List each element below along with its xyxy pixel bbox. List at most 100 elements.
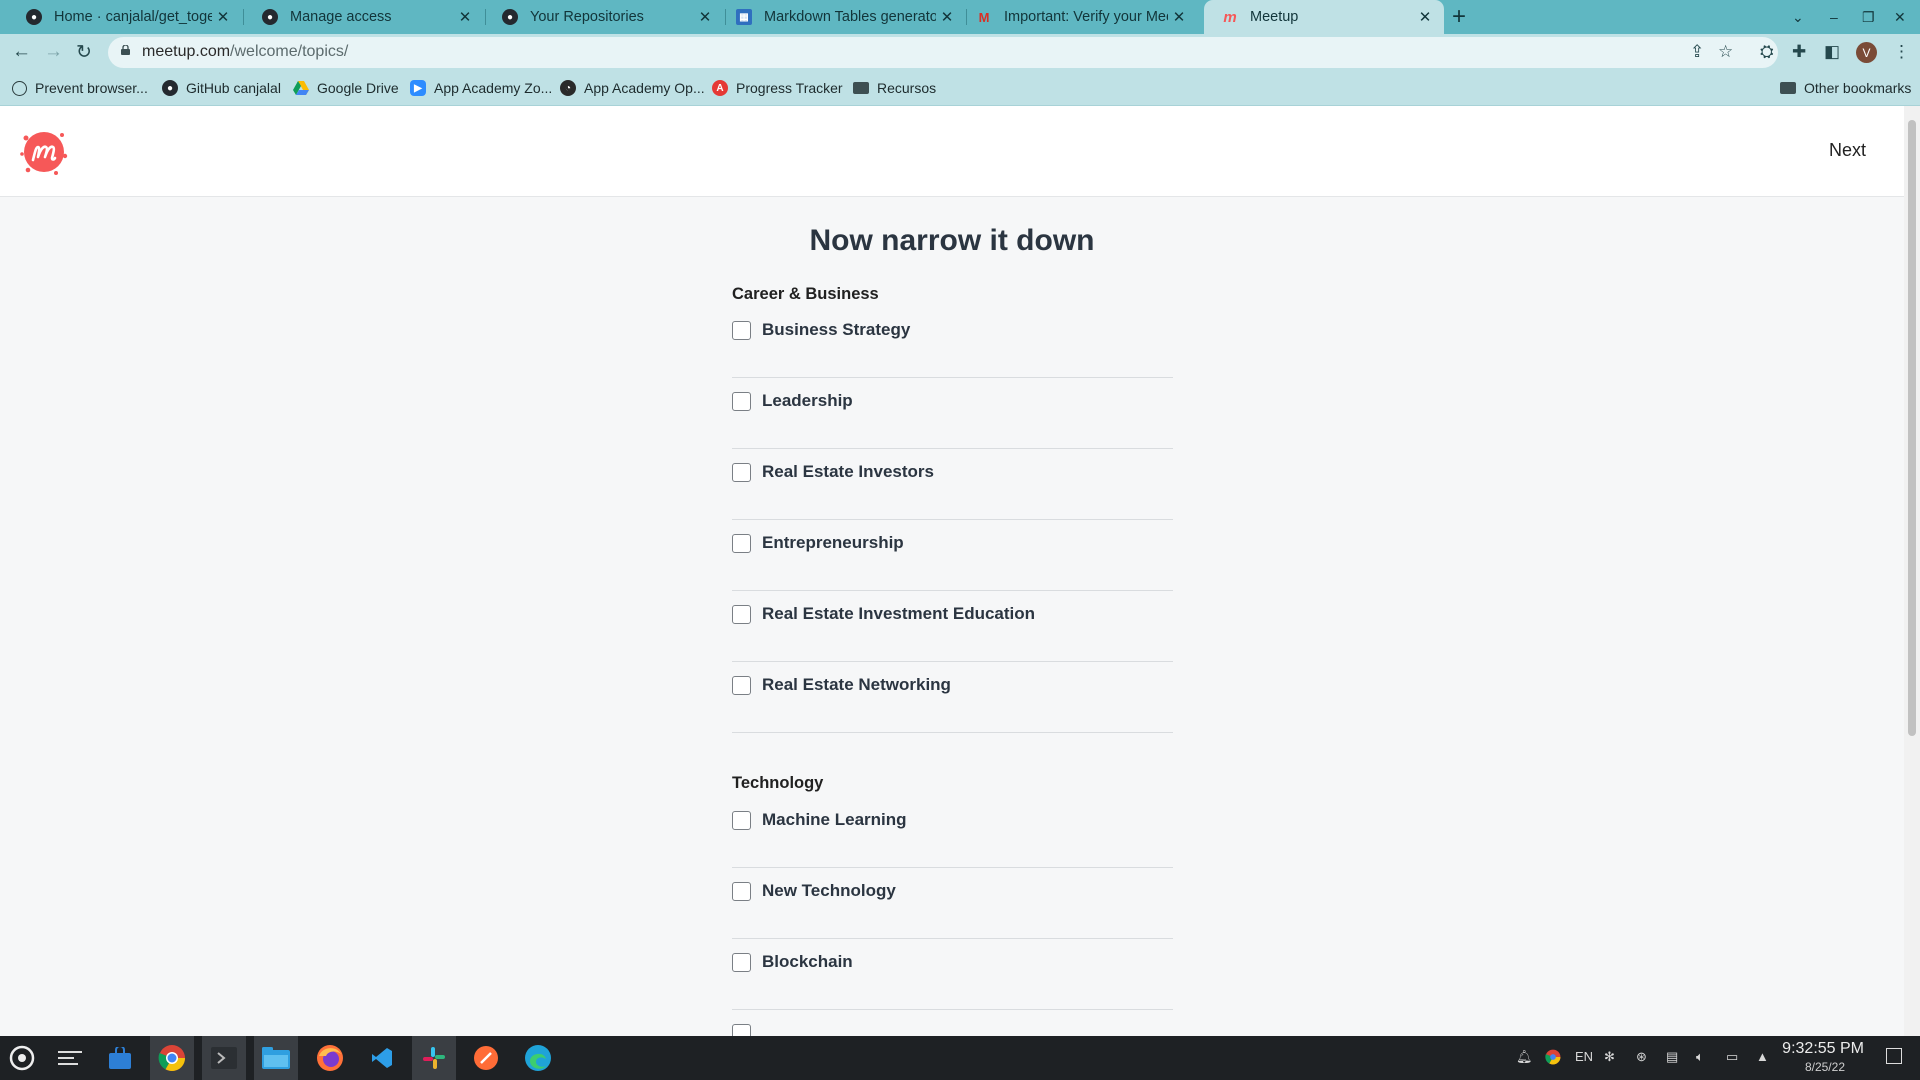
close-window-icon[interactable]: ✕ [1894,0,1906,34]
other-bookmarks-label: Other bookmarks [1804,80,1912,96]
tray-expand-icon[interactable]: ▲ [1756,1049,1769,1064]
topic-checkbox[interactable] [732,321,751,340]
bookmark-label: Prevent browser... [35,80,148,96]
update-icon[interactable]: ⊛ [1636,1049,1647,1065]
scrollbar-thumb[interactable] [1908,120,1916,736]
minimize-icon[interactable]: – [1830,0,1838,34]
topic-label[interactable]: Machine Learning [762,810,907,830]
other-bookmarks[interactable]: Other bookmarks [1780,80,1911,96]
network-icon[interactable]: ▭ [1726,1049,1738,1065]
forward-arrow-icon[interactable]: → [44,41,63,63]
reload-icon[interactable]: ↻ [76,41,92,64]
bookmark-app-academy-zoom[interactable]: ▶ App Academy Zo... [410,80,552,96]
slack-tray-icon[interactable]: ✻ [1604,1049,1615,1065]
tab-title: Important: Verify your Meetu [1004,9,1168,25]
tab-manage-access[interactable]: ● Manage access ✕ [244,0,484,34]
bookmark-label: App Academy Op... [584,80,705,96]
clock-time[interactable]: 9:32:55 PM [1782,1040,1864,1058]
topic-checkbox[interactable] [732,605,751,624]
topic-checkbox[interactable] [732,882,751,901]
meetup-logo[interactable] [18,126,70,178]
topic-label[interactable]: Entrepreneurship [762,533,904,553]
bookmark-app-academy-open[interactable]: ◔ App Academy Op... [560,80,705,96]
show-desktop-icon[interactable] [1886,1048,1902,1064]
next-link[interactable]: Next [1829,140,1866,161]
topic-label[interactable]: Real Estate Networking [762,675,951,695]
tab-your-repositories[interactable]: ● Your Repositories ✕ [484,0,724,34]
language-indicator[interactable]: EN [1575,1049,1593,1064]
tab-meetup[interactable]: m Meetup ✕ [1204,0,1444,34]
chrome-icon[interactable] [150,1036,194,1080]
avatar[interactable]: V [1856,42,1877,63]
topic-label[interactable]: Leadership [762,391,853,411]
back-arrow-icon[interactable]: ← [12,41,31,63]
menu-kebab-icon[interactable]: ⋮ [1893,42,1910,62]
bookmark-recursos[interactable]: Recursos [853,80,936,96]
topic-checkbox[interactable] [732,811,751,830]
address-bar[interactable] [108,37,1778,68]
close-icon[interactable]: ✕ [694,8,716,26]
clock-date[interactable]: 8/25/22 [1805,1060,1845,1074]
github-icon: ● [262,9,278,25]
close-icon[interactable]: ✕ [1168,8,1190,26]
extension-icon[interactable]: ⛭ [1760,42,1774,62]
topic-label[interactable]: Blockchain [762,952,853,972]
topic-option[interactable]: Real Estate Investors [732,449,1173,520]
topic-checkbox[interactable] [732,534,751,553]
bookmark-github-canjalal[interactable]: ● GitHub canjalal [162,80,281,96]
new-tab-plus-icon[interactable]: + [1452,3,1466,31]
task-manager-icon[interactable] [48,1036,92,1080]
close-icon[interactable]: ✕ [1414,8,1436,26]
bookmark-prevent-browser[interactable]: Prevent browser... [12,80,148,96]
url-host: meetup.com [142,43,231,60]
close-icon[interactable]: ✕ [936,8,958,26]
topic-option[interactable]: Real Estate Networking [732,662,1173,733]
topic-option[interactable]: Blockchain [732,939,1173,1010]
topic-checkbox[interactable] [732,1024,751,1036]
chrome-tray-icon[interactable] [1545,1049,1561,1068]
topic-label[interactable]: Real Estate Investors [762,462,934,482]
star-icon[interactable]: ☆ [1718,42,1733,62]
edge-icon[interactable] [516,1036,560,1080]
topic-option[interactable]: New Technology [732,868,1173,939]
topic-option[interactable]: Machine Learning [732,797,1173,868]
topic-checkbox[interactable] [732,676,751,695]
notifications-icon[interactable]: 🔔︎ [1516,1049,1533,1065]
slack-icon[interactable] [412,1036,456,1080]
topic-option[interactable]: Real Estate Investment Education [732,591,1173,662]
vscode-icon[interactable] [360,1036,404,1080]
topic-checkbox[interactable] [732,953,751,972]
topic-label[interactable]: New Technology [762,881,896,901]
files-icon[interactable] [254,1036,298,1080]
tab-home-get-together[interactable]: ● Home · canjalal/get_together ✕ [8,0,242,34]
terminal-icon[interactable] [202,1036,246,1080]
topic-option-partial[interactable] [732,1010,1173,1036]
topic-label[interactable]: Business Strategy [762,320,910,340]
topic-option[interactable]: Entrepreneurship [732,520,1173,591]
launcher-icon[interactable] [0,1036,44,1080]
table-icon: ▦ [736,9,752,25]
postman-icon[interactable] [464,1036,508,1080]
bookmark-label: Progress Tracker [736,80,843,96]
github-icon: ● [162,80,178,96]
clipboard-icon[interactable]: ▤ [1666,1049,1678,1065]
tab-verify-meetup[interactable]: M Important: Verify your Meetu ✕ [958,0,1198,34]
bookmark-progress-tracker[interactable]: A Progress Tracker [712,80,843,96]
share-icon[interactable]: ⇪ [1690,42,1704,62]
tab-search-chevron-icon[interactable]: ⌄ [1792,0,1804,34]
topic-checkbox[interactable] [732,392,751,411]
side-panel-icon[interactable]: ◧ [1824,42,1840,62]
topic-label[interactable]: Real Estate Investment Education [762,604,1035,624]
close-icon[interactable]: ✕ [212,8,234,26]
topic-checkbox[interactable] [732,463,751,482]
store-icon[interactable] [98,1036,142,1080]
restore-icon[interactable]: ❐ [1862,0,1875,34]
puzzle-icon[interactable]: ✚ [1792,42,1806,62]
firefox-icon[interactable] [308,1036,352,1080]
close-icon[interactable]: ✕ [454,8,476,26]
volume-icon[interactable]: 🔈︎ [1696,1049,1704,1065]
tab-markdown-tables[interactable]: ▦ Markdown Tables generator - ✕ [718,0,966,34]
bookmark-google-drive[interactable]: Google Drive [293,80,399,96]
topic-option[interactable]: Leadership [732,378,1173,449]
topic-option[interactable]: Business Strategy [732,307,1173,378]
